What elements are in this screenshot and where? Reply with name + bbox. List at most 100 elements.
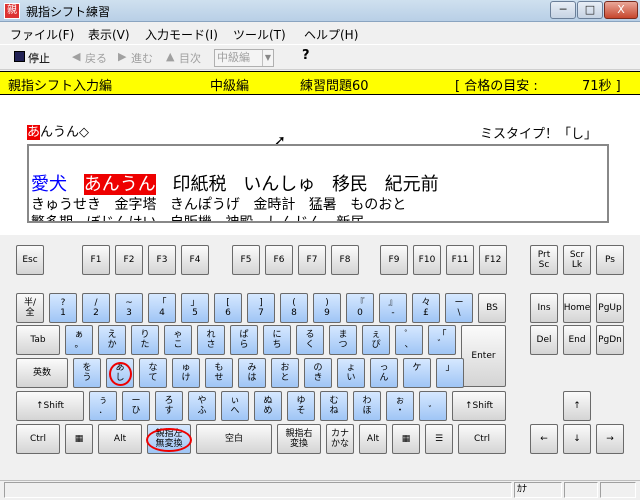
key-4[interactable]: 「4 xyxy=(148,293,176,323)
key-m[interactable]: ゆそ xyxy=(287,391,315,421)
stop-icon[interactable] xyxy=(14,51,25,62)
key-1[interactable]: ? 1 xyxy=(49,293,77,323)
help-icon[interactable]: ? xyxy=(302,48,310,63)
key-period[interactable]: わほ xyxy=(353,391,381,421)
key-backspace[interactable]: BS xyxy=(478,293,506,323)
back-button[interactable]: 戻る xyxy=(85,50,107,66)
key-end[interactable]: End xyxy=(563,325,591,355)
key-e[interactable]: りた xyxy=(131,325,159,355)
key-slash[interactable]: ぉ・ xyxy=(386,391,414,421)
close-button[interactable]: X xyxy=(604,1,638,19)
key-p[interactable]: ぇぴ xyxy=(362,325,390,355)
key-hankaku[interactable]: 半/全 xyxy=(16,293,44,323)
key-y[interactable]: ぱら xyxy=(230,325,258,355)
key-i[interactable]: るく xyxy=(296,325,324,355)
key-arrow-up[interactable]: ↑ xyxy=(563,391,591,421)
menu-view[interactable]: 表示(V) xyxy=(88,26,130,43)
key-d[interactable]: なて xyxy=(139,358,167,388)
key-t[interactable]: れさ xyxy=(197,325,225,355)
menu-input-mode[interactable]: 入力モード(I) xyxy=(145,26,218,43)
key-l[interactable]: ょい xyxy=(337,358,365,388)
key-shift-left[interactable]: ↑Shift xyxy=(16,391,84,421)
key-esc[interactable]: Esc xyxy=(16,245,44,275)
key-6[interactable]: [6 xyxy=(214,293,242,323)
forward-button[interactable]: 進む xyxy=(131,50,153,66)
key-ctrl-right[interactable]: Ctrl xyxy=(458,424,506,454)
key-a[interactable]: をう xyxy=(73,358,101,388)
key-prtsc[interactable]: Prt Sc xyxy=(530,245,558,275)
key-bracket-close[interactable]: 」 xyxy=(436,358,464,388)
key-8[interactable]: (8 xyxy=(280,293,308,323)
key-u[interactable]: にち xyxy=(263,325,291,355)
key-r[interactable]: ゃこ xyxy=(164,325,192,355)
key-yen[interactable]: ー \ xyxy=(445,293,473,323)
key-ps[interactable]: Ps xyxy=(596,245,624,275)
key-f4[interactable]: F4 xyxy=(181,245,209,275)
key-arrow-left[interactable]: ← xyxy=(530,424,558,454)
key-caret[interactable]: 々 £ xyxy=(412,293,440,323)
key-ctrl-left[interactable]: Ctrl xyxy=(16,424,60,454)
key-f5[interactable]: F5 xyxy=(232,245,260,275)
key-q[interactable]: ぁ。 xyxy=(65,325,93,355)
key-g[interactable]: もせ xyxy=(205,358,233,388)
key-comma[interactable]: むね xyxy=(320,391,348,421)
key-f11[interactable]: F11 xyxy=(446,245,474,275)
key-at[interactable]: ゜、 xyxy=(395,325,423,355)
key-h[interactable]: みは xyxy=(238,358,266,388)
key-f8[interactable]: F8 xyxy=(331,245,359,275)
key-f7[interactable]: F7 xyxy=(298,245,326,275)
key-7[interactable]: ] 7 xyxy=(247,293,275,323)
key-f12[interactable]: F12 xyxy=(479,245,507,275)
key-win-left[interactable]: ▦ xyxy=(65,424,93,454)
key-j[interactable]: おと xyxy=(271,358,299,388)
menu-file[interactable]: ファイル(F) xyxy=(10,26,74,43)
key-x[interactable]: ーひ xyxy=(122,391,150,421)
chevron-down-icon[interactable]: ▼ xyxy=(262,50,273,66)
key-alt-left[interactable]: Alt xyxy=(98,424,142,454)
maximize-button[interactable]: □ xyxy=(577,1,603,19)
key-semicolon[interactable]: っん xyxy=(370,358,398,388)
key-colon[interactable]: ケ xyxy=(403,358,431,388)
minimize-button[interactable]: ─ xyxy=(550,1,576,19)
key-f3[interactable]: F3 xyxy=(148,245,176,275)
key-9[interactable]: ) 9 xyxy=(313,293,341,323)
key-alt-right[interactable]: Alt xyxy=(359,424,387,454)
key-bracket[interactable]: 「゛ xyxy=(428,325,456,355)
key-b[interactable]: ぃへ xyxy=(221,391,249,421)
key-tab[interactable]: Tab xyxy=(16,325,60,355)
key-f6[interactable]: F6 xyxy=(265,245,293,275)
key-enter[interactable]: Enter xyxy=(461,325,506,387)
menu-help[interactable]: ヘルプ(H) xyxy=(304,26,358,43)
key-0[interactable]: 『0 xyxy=(346,293,374,323)
key-win-right[interactable]: ▦ xyxy=(392,424,420,454)
key-backslash[interactable]: ゛ xyxy=(419,391,447,421)
contents-button[interactable]: 目次 xyxy=(179,50,201,66)
key-oya-right[interactable]: 親指右 変換 xyxy=(277,424,321,454)
key-o[interactable]: まつ xyxy=(329,325,357,355)
key-3[interactable]: ~3 xyxy=(115,293,143,323)
key-minus[interactable]: 』 - xyxy=(379,293,407,323)
key-w[interactable]: えか xyxy=(98,325,126,355)
key-scrlk[interactable]: Scr Lk xyxy=(563,245,591,275)
key-pgup[interactable]: PgUp xyxy=(596,293,624,323)
key-space[interactable]: 空白 xyxy=(196,424,272,454)
key-k[interactable]: のき xyxy=(304,358,332,388)
menu-tools[interactable]: ツール(T) xyxy=(233,26,286,43)
key-c[interactable]: ろす xyxy=(155,391,183,421)
key-2[interactable]: /2 xyxy=(82,293,110,323)
key-ins[interactable]: Ins xyxy=(530,293,558,323)
key-arrow-down[interactable]: ↓ xyxy=(563,424,591,454)
key-z[interactable]: ぅ． xyxy=(89,391,117,421)
key-f9[interactable]: F9 xyxy=(380,245,408,275)
key-eisu[interactable]: 英数 xyxy=(16,358,68,388)
key-5[interactable]: 」 5 xyxy=(181,293,209,323)
key-f2[interactable]: F2 xyxy=(115,245,143,275)
key-f1[interactable]: F1 xyxy=(82,245,110,275)
key-n[interactable]: ぬめ xyxy=(254,391,282,421)
key-f[interactable]: ゅけ xyxy=(172,358,200,388)
key-del[interactable]: Del xyxy=(530,325,558,355)
key-arrow-right[interactable]: → xyxy=(596,424,624,454)
key-shift-right[interactable]: ↑Shift xyxy=(452,391,506,421)
stop-button[interactable]: 停止 xyxy=(28,50,50,66)
key-v[interactable]: やふ xyxy=(188,391,216,421)
